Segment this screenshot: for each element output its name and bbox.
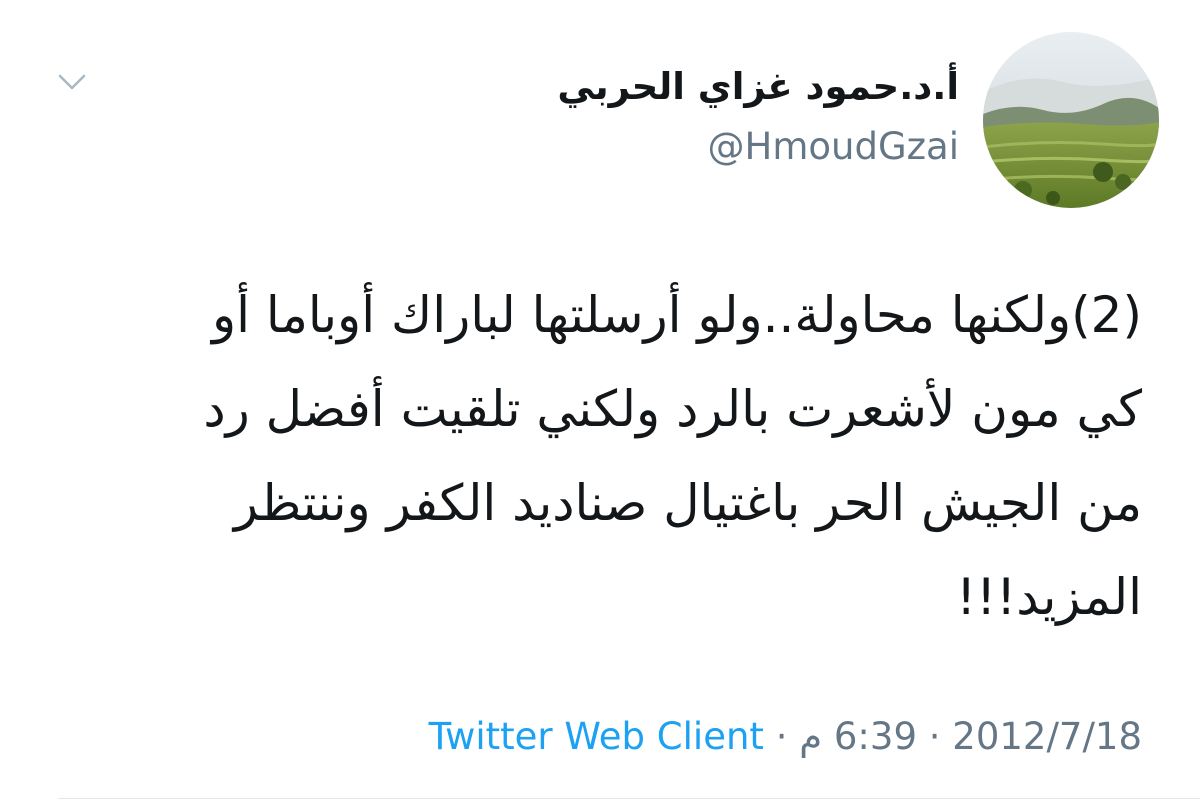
tweet-text-line: المزيد!!! <box>956 568 1142 626</box>
avatar[interactable] <box>983 32 1159 208</box>
tweet-date[interactable]: 2012/7/18 <box>952 715 1142 758</box>
tweet-text-line: كي مون لأشعرت بالرد ولكني تلقيت أفضل رد <box>203 380 1142 438</box>
landscape-avatar-icon <box>983 32 1159 208</box>
tweet-text: (2)ولكنها محاولة..ولو أرسلتها لباراك أوب… <box>12 268 1142 644</box>
separator: · <box>775 715 788 758</box>
tweet-text-line: (2)ولكنها محاولة..ولو أرسلتها لباراك أوب… <box>211 286 1142 344</box>
separator: · <box>928 715 941 758</box>
author-handle[interactable]: @HmoudGzai <box>708 128 959 165</box>
tweet-time[interactable]: 6:39 م <box>799 715 917 758</box>
tweet-card: أ.د.حمود غزاي الحربي @HmoudGzai (2)ولكنه… <box>0 0 1200 803</box>
divider <box>58 798 1200 799</box>
tweet-metadata: Twitter Web Client · 6:39 م · 2012/7/18 <box>429 712 1142 762</box>
tweet-text-line: من الجيش الحر باغتيال صناديد الكفر وننتظ… <box>233 474 1142 532</box>
chevron-down-icon[interactable] <box>52 62 92 102</box>
tweet-source-link[interactable]: Twitter Web Client <box>429 715 764 758</box>
author-name[interactable]: أ.د.حمود غزاي الحربي <box>557 68 959 105</box>
